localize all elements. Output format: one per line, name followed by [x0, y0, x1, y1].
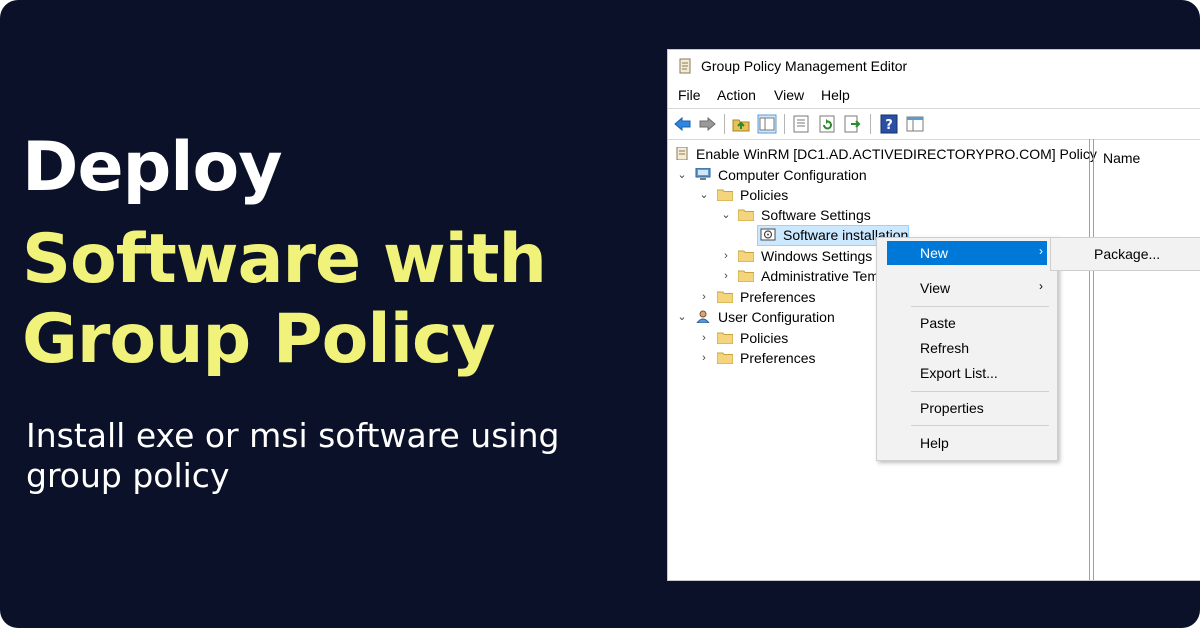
chevron-down-icon[interactable]: ⌄	[676, 311, 688, 323]
folder-icon	[738, 209, 754, 221]
tree-node-computer-configuration[interactable]: ⌄ Computer Configuration	[674, 165, 1084, 185]
tree-node-label: Administrative Tem	[761, 268, 876, 284]
menu-separator	[911, 391, 1049, 392]
chevron-down-icon[interactable]: ⌄	[698, 189, 710, 201]
computer-icon	[695, 168, 711, 180]
folder-icon	[738, 270, 754, 282]
context-menu-label: Paste	[920, 315, 956, 331]
console-tree-icon[interactable]	[905, 114, 925, 134]
context-menu-item-view[interactable]: View ›	[877, 276, 1057, 300]
back-arrow-icon[interactable]	[673, 114, 693, 134]
refresh-icon[interactable]	[817, 114, 837, 134]
context-menu-item-help[interactable]: Help	[877, 431, 1057, 455]
export-list-icon[interactable]	[843, 114, 863, 134]
tree-node-label: Preferences	[740, 350, 816, 366]
menu-view[interactable]: View	[774, 87, 804, 103]
context-menu-label: New	[920, 245, 949, 261]
menu-file[interactable]: File	[678, 87, 701, 103]
folder-icon	[738, 250, 754, 262]
context-menu-item-paste[interactable]: Paste	[877, 311, 1057, 335]
chevron-right-icon[interactable]: ›	[720, 250, 732, 262]
details-pane: Name	[1093, 139, 1200, 580]
chevron-right-icon: ›	[1039, 279, 1043, 293]
chevron-right-icon[interactable]: ›	[698, 352, 710, 364]
tree-node-label: Windows Settings	[761, 248, 873, 264]
context-menu-item-export-list[interactable]: Export List...	[877, 361, 1057, 385]
folder-icon	[717, 189, 733, 201]
context-menu-item-refresh[interactable]: Refresh	[877, 336, 1057, 360]
help-icon[interactable]: ?	[879, 114, 899, 134]
folder-icon	[717, 291, 733, 303]
menu-action[interactable]: Action	[717, 87, 756, 103]
toolbar: ?	[668, 108, 1200, 140]
headline-line-1: Deploy	[22, 128, 283, 207]
folder-icon	[717, 352, 733, 364]
subtitle-line-1: Install exe or msi software using	[26, 416, 560, 455]
folder-icon	[717, 332, 733, 344]
chevron-right-icon: ›	[1039, 244, 1043, 258]
tree-node-label: Policies	[740, 330, 789, 346]
toolbar-separator	[870, 114, 871, 134]
menu-help[interactable]: Help	[821, 87, 850, 103]
context-menu-label: View	[920, 280, 951, 296]
headline-line-2: Software with	[22, 220, 547, 299]
menu-bar: File Action View Help	[668, 83, 1200, 108]
policy-scroll-icon	[679, 58, 691, 74]
software-installation-icon	[760, 228, 776, 241]
chevron-right-icon[interactable]: ›	[698, 291, 710, 303]
tree-node-label: Computer Configuration	[718, 167, 867, 183]
toolbar-separator	[724, 114, 725, 134]
context-menu-label: Export List...	[920, 365, 998, 381]
menu-separator	[911, 425, 1049, 426]
chevron-down-icon[interactable]: ⌄	[676, 169, 688, 181]
tree-node-label: User Configuration	[718, 309, 835, 325]
context-menu: New › View › Paste Refresh Export List..…	[876, 237, 1058, 461]
forward-arrow-icon[interactable]	[697, 114, 717, 134]
subtitle-line-2: group policy	[26, 456, 230, 495]
title-bar[interactable]: Group Policy Management Editor	[668, 50, 1200, 83]
tree-node-policy-root[interactable]: Enable WinRM [DC1.AD.ACTIVEDIRECTORYPRO.…	[674, 144, 1097, 164]
context-menu-item-properties[interactable]: Properties	[877, 396, 1057, 420]
tree-node-label: Preferences	[740, 289, 816, 305]
show-hide-tree-icon[interactable]	[757, 114, 777, 134]
submenu-item-package[interactable]: Package...	[1094, 246, 1160, 262]
tree-node-policies[interactable]: ⌄ Policies	[696, 185, 1076, 205]
tree-node-label: Software Settings	[761, 207, 871, 223]
tree-node-software-settings[interactable]: ⌄ Software Settings	[718, 205, 1078, 225]
chevron-right-icon[interactable]: ›	[698, 332, 710, 344]
chevron-right-icon[interactable]: ›	[720, 270, 732, 282]
menu-separator	[911, 306, 1049, 307]
tree-node-label: Policies	[740, 187, 789, 203]
context-menu-label: Refresh	[920, 340, 970, 356]
policy-scroll-icon	[676, 147, 688, 160]
context-menu-label: Help	[920, 435, 949, 451]
user-icon	[696, 310, 710, 323]
window-title: Group Policy Management Editor	[701, 58, 908, 74]
chevron-down-icon[interactable]: ⌄	[720, 209, 732, 221]
properties-icon[interactable]	[791, 114, 811, 134]
toolbar-separator	[784, 114, 785, 134]
column-header-name[interactable]: Name	[1103, 150, 1140, 166]
up-folder-icon[interactable]	[731, 114, 751, 134]
context-menu-label: Properties	[920, 400, 984, 416]
submenu-new: Package...	[1050, 237, 1200, 271]
tree-node-administrative-templates[interactable]: › Administrative Tem	[718, 266, 876, 286]
headline-line-3: Group Policy	[22, 300, 496, 379]
svg-text:?: ?	[885, 118, 893, 133]
tree-node-label: Enable WinRM [DC1.AD.ACTIVEDIRECTORYPRO.…	[696, 146, 1097, 162]
context-menu-item-new[interactable]: New ›	[887, 241, 1047, 265]
